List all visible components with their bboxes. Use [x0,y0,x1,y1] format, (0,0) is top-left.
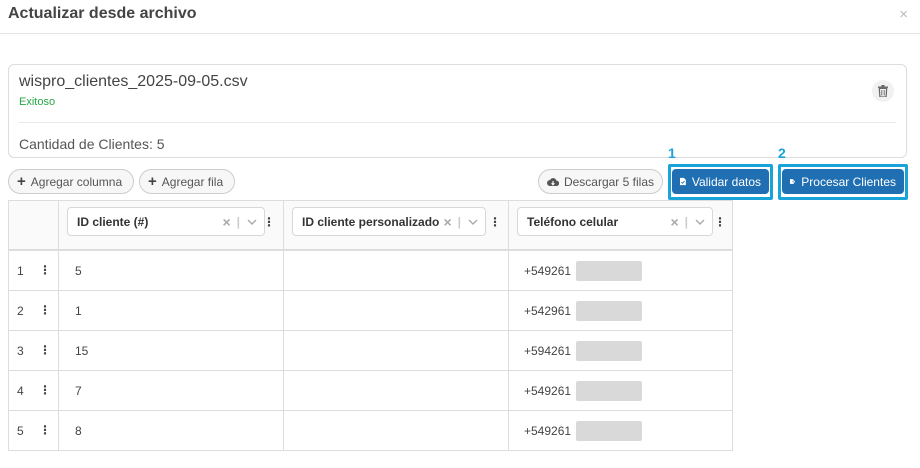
table-row: 5 ⋮ 8 +549261 [9,411,732,451]
redacted-block [576,421,642,441]
column-title: ID cliente (#) [77,214,149,229]
trash-icon [878,85,888,97]
chevron-down-icon[interactable] [464,219,482,225]
cell-id[interactable]: 5 [75,264,82,278]
add-row-button[interactable]: + Agregar fila [139,169,235,194]
table-row: 2 ⋮ 1 +542961 [9,291,732,331]
cell-phone[interactable]: +542961 [524,304,571,318]
step-number-1: 1 [668,145,676,161]
column-header-id[interactable]: ID cliente (#) × | [67,207,265,236]
table-row: 4 ⋮ 7 +549261 [9,371,732,411]
cell-id[interactable]: 1 [75,304,82,318]
row-menu-icon[interactable]: ⋮ [39,344,51,356]
add-column-button[interactable]: + Agregar columna [8,169,134,194]
client-count: Cantidad de Clientes: 5 [19,136,165,152]
row-number: 4 [17,384,24,398]
chevron-down-icon[interactable] [243,219,261,225]
process-clients-button[interactable]: Procesar Clientes [782,169,904,194]
plus-icon: + [148,173,157,190]
cell-id[interactable]: 8 [75,424,82,438]
row-number: 2 [17,304,24,318]
clear-icon[interactable]: × [668,214,682,230]
cell-phone[interactable]: +594261 [524,344,571,358]
cell-phone[interactable]: +549261 [524,384,571,398]
row-number: 5 [17,424,24,438]
row-menu-icon[interactable]: ⋮ [39,304,51,316]
process-label: Procesar Clientes [801,174,896,189]
file-import-icon [790,179,796,184]
file-name: wispro_clientes_2025-09-05.csv [19,73,248,90]
column-header-custom-id[interactable]: ID cliente personalizado × | [292,207,486,236]
modal-title: Actualizar desde archivo [8,5,197,22]
grid-divider [508,201,509,450]
file-card: wispro_clientes_2025-09-05.csv Exitoso C… [8,64,907,158]
file-check-icon [680,177,686,186]
redacted-block [576,261,642,281]
table-row: 1 ⋮ 5 +549261 [9,251,732,291]
validate-label: Validar datos [691,174,761,189]
column-header-phone[interactable]: Teléfono celular × | [517,207,713,236]
divider [19,122,896,123]
clear-icon[interactable]: × [220,214,234,230]
modal-header: Actualizar desde archivo × [0,0,920,34]
row-number: 1 [17,264,24,278]
table-row: 3 ⋮ 15 +594261 [9,331,732,371]
column-menu-icon[interactable]: ⋮ [263,216,275,228]
redacted-block [576,301,642,321]
row-menu-icon[interactable]: ⋮ [39,384,51,396]
validate-data-button[interactable]: Validar datos [672,169,769,194]
close-icon[interactable]: × [899,7,908,22]
cell-id[interactable]: 15 [75,344,88,358]
column-menu-icon[interactable]: ⋮ [489,216,501,228]
redacted-block [576,381,642,401]
file-status: Exitoso [19,96,56,108]
download-label: Descargar 5 filas [563,174,654,189]
redacted-block [576,341,642,361]
cell-phone[interactable]: +549261 [524,424,571,438]
grid-header: ID cliente (#) × | ⋮ ID cliente personal… [9,201,732,251]
column-title: ID cliente personalizado [302,214,440,229]
grid-divider [58,201,59,450]
data-grid: ID cliente (#) × | ⋮ ID cliente personal… [8,200,733,451]
column-title: Teléfono celular [527,214,619,229]
cloud-download-icon [547,177,559,186]
cell-phone[interactable]: +549261 [524,264,571,278]
add-column-label: Agregar columna [30,174,123,189]
row-menu-icon[interactable]: ⋮ [39,264,51,276]
add-row-label: Agregar fila [161,174,224,189]
download-rows-button[interactable]: Descargar 5 filas [538,169,663,194]
row-menu-icon[interactable]: ⋮ [39,424,51,436]
chevron-down-icon[interactable] [691,219,709,225]
step-number-2: 2 [778,145,786,161]
delete-file-button[interactable] [872,80,894,102]
plus-icon: + [17,173,26,190]
cell-id[interactable]: 7 [75,384,82,398]
clear-icon[interactable]: × [441,214,455,230]
column-menu-icon[interactable]: ⋮ [714,216,726,228]
grid-divider [283,201,284,450]
row-number: 3 [17,344,24,358]
